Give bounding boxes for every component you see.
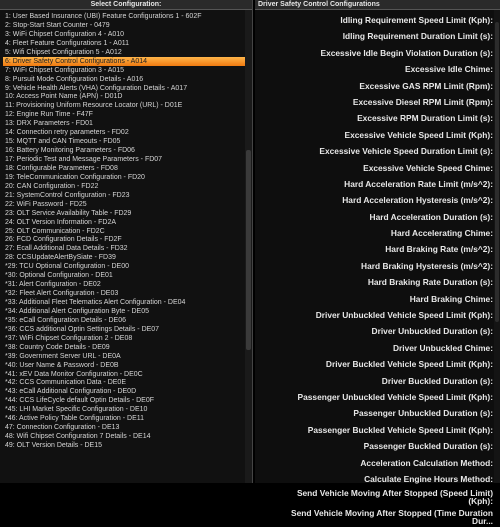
field-label: Acceleration Calculation Method: [360, 457, 493, 468]
config-item[interactable]: 18: Configurable Parameters - FD08 [3, 164, 252, 173]
config-item[interactable]: *35: eCall Configuration Details - DE06 [3, 316, 252, 325]
field-label: Excessive Vehicle Speed Chime: [363, 162, 493, 173]
field-label: Excessive Diesel RPM Limit (Rpm): [352, 96, 493, 107]
field-label: Hard Braking Chime: [409, 293, 493, 304]
field-label-line: Dur... [472, 516, 493, 527]
field-label: Driver Buckled Vehicle Speed Limit (Kph)… [325, 359, 493, 370]
config-item[interactable]: 20: CAN Configuration - FD22 [3, 182, 252, 191]
config-item[interactable]: 5: Wifi Chipset Configuration 5 - A012 [3, 48, 252, 57]
config-item[interactable]: 2: Stop-Start Start Counter - 0479 [3, 21, 252, 30]
config-item[interactable]: 9: Vehicle Health Alerts (VHA) Configura… [3, 84, 252, 93]
configuration-list-scrollbar[interactable] [245, 10, 252, 483]
config-item[interactable]: 21: SystemControl Configuration - FD23 [3, 191, 252, 200]
field-label: Calculate Engine Hours Method: [364, 473, 493, 484]
field-label: Hard Acceleration Hysteresis (m/s^2): [342, 195, 493, 206]
config-item[interactable]: *41: xEV Data Monitor Configuration - DE… [3, 370, 252, 379]
field-label: Driver Unbuckled Vehicle Speed Limit (Kp… [315, 310, 493, 321]
config-item[interactable]: 4: Fleet Feature Configurations 1 - A011 [3, 39, 252, 48]
config-item[interactable]: *46: Active Policy Table Configuration -… [3, 414, 252, 423]
field-label: Passenger Buckled Vehicle Speed Limit (K… [307, 424, 493, 435]
configuration-list-scroll-thumb[interactable] [246, 150, 251, 350]
field-label: Excessive Vehicle Speed Limit (Kph): [344, 129, 493, 140]
field-label: Excessive Idle Begin Violation Duration … [320, 47, 493, 58]
field-label: Hard Acceleration Duration (s): [369, 211, 493, 222]
config-item[interactable]: 3: WiFi Chipset Configuration 4 - A010 [3, 30, 252, 39]
config-item[interactable]: 12: Engine Run Time - F47F [3, 110, 252, 119]
field-label: Passenger Unbuckled Vehicle Speed Limit … [297, 391, 493, 402]
config-item[interactable]: *42: CCS Communication Data - DE0E [3, 378, 252, 387]
config-item[interactable]: *43: eCall Additional Configuration - DE… [3, 387, 252, 396]
config-item[interactable]: 16: Battery Monitoring Parameters - FD06 [3, 146, 252, 155]
field-label-line: Send Vehicle Moving After Stopped (Time … [291, 508, 493, 519]
driver-safety-scroll-thumb[interactable] [495, 22, 499, 322]
field-label: Idling Requirement Speed Limit (Kph): [340, 15, 493, 25]
config-item[interactable]: 48: Wifi Chipset Configuration 7 Details… [3, 432, 252, 441]
field-label: Excessive RPM Duration Limit (s): [357, 113, 493, 124]
driver-safety-panel: Driver Safety Control Configurations Idl… [255, 0, 500, 526]
field-label: Excessive Vehicle Speed Duration Limit (… [319, 146, 493, 157]
field-label: Send Vehicle Moving After Stopped (Speed… [255, 487, 496, 507]
config-item[interactable]: 8: Pursuit Mode Configuration Details - … [3, 75, 252, 84]
config-item[interactable]: *38: Country Code Details - DE09 [3, 343, 252, 352]
config-item[interactable]: 17: Periodic Test and Message Parameters… [3, 155, 252, 164]
field-label: Hard Braking Rate Duration (s): [367, 277, 493, 288]
config-item[interactable]: 15: MQTT and CAN Timeouts - FD05 [3, 137, 252, 146]
field-label: Passenger Unbuckled Duration (s): [353, 408, 493, 419]
config-item[interactable]: 49: OLT Version Details - DE15 [3, 441, 252, 450]
config-item[interactable]: 27: Ecall Additional Data Details - FD32 [3, 244, 252, 253]
config-item[interactable]: 19: TeleCommunication Configuration - FD… [3, 173, 252, 182]
field-label-line: (Kph): [468, 496, 493, 507]
field-label: Hard Braking Hysteresis (m/s^2): [361, 260, 493, 271]
config-item[interactable]: *29: TCU Optional Configuration - DE00 [3, 262, 252, 271]
config-item[interactable]: 10: Access Point Name (APN) - D01D [3, 92, 252, 101]
config-item[interactable]: 26: FCD Configuration Details - FD2F [3, 235, 252, 244]
configuration-list-header: Select Configuration: [0, 0, 252, 10]
driver-safety-field-list: Idling Requirement Speed Limit (Kph): Idl… [255, 10, 500, 527]
field-label: Excessive Idle Chime: [405, 64, 493, 75]
config-item[interactable]: 47: Connection Configuration - DE13 [3, 423, 252, 432]
field-label: Driver Unbuckled Chime: [392, 342, 493, 353]
config-item[interactable]: *33: Additional Fleet Telematics Alert C… [3, 298, 252, 307]
field-label: Excessive GAS RPM Limit (Rpm): [359, 80, 493, 91]
config-item[interactable]: *45: LHI Market Specific Configuration -… [3, 405, 252, 414]
field-label: Driver Buckled Duration (s): [381, 375, 493, 386]
configuration-list: 1: User Based Insurance (UBI) Feature Co… [0, 10, 252, 450]
config-item[interactable]: 25: OLT Communication - FD2C [3, 227, 252, 236]
field-label: Driver Unbuckled Duration (s): [371, 326, 493, 337]
field-label: Passenger Buckled Duration (s): [363, 441, 493, 452]
config-item[interactable]: 1: User Based Insurance (UBI) Feature Co… [3, 12, 252, 21]
config-item[interactable]: 14: Connection retry parameters - FD02 [3, 128, 252, 137]
config-item[interactable]: 11: Provisioning Uniform Resource Locato… [3, 101, 252, 110]
config-item[interactable]: *37: WiFi Chipset Configuration 2 - DE08 [3, 334, 252, 343]
config-item[interactable]: 13: DRX Parameters - FD01 [3, 119, 252, 128]
field-label-line: Send Vehicle Moving After Stopped (Speed… [296, 488, 493, 499]
field-label: Idling Requirement Duration Limit (s): [342, 31, 493, 42]
config-item[interactable]: *44: CCS LifeCycle default Optin Details… [3, 396, 252, 405]
config-item[interactable]: 23: OLT Service Availability Table - FD2… [3, 209, 252, 218]
config-item[interactable]: *39: Government Server URL - DE0A [3, 352, 252, 361]
config-item[interactable]: *40: User Name & Password - DE0B [3, 361, 252, 370]
field-label: Hard Accelerating Chime: [390, 228, 493, 239]
config-item[interactable]: 28: CCSUpdateAlertBySiate - FD39 [3, 253, 252, 262]
config-item[interactable]: 7: WiFi Chipset Configuration 3 - A015 [3, 66, 252, 75]
configuration-list-panel: Select Configuration: 1: User Based Insu… [0, 0, 253, 483]
config-item[interactable]: *36: CCS additional Optin Settings Detai… [3, 325, 252, 334]
driver-safety-header: Driver Safety Control Configurations [255, 0, 500, 10]
field-label: Send Vehicle Moving After Stopped (Time … [255, 507, 496, 527]
config-item[interactable]: 24: OLT Version Information - FD2A [3, 218, 252, 227]
config-item[interactable]: 22: WiFi Password - FD25 [3, 200, 252, 209]
field-label: Hard Braking Rate (m/s^2): [385, 244, 493, 255]
config-item[interactable]: *32: Fleet Alert Configuration - DE03 [3, 289, 252, 298]
field-label: Hard Acceleration Rate Limit (m/s^2): [344, 178, 493, 189]
config-item-selected[interactable]: 6: Driver Safety Control Configurations … [3, 56, 247, 66]
driver-safety-scrollbar[interactable] [494, 10, 500, 483]
config-item[interactable]: *30: Optional Configuration - DE01 [3, 271, 252, 280]
config-item[interactable]: *34: Additional Alert Configuration Byte… [3, 307, 252, 316]
config-item[interactable]: *31: Alert Configuration - DE02 [3, 280, 252, 289]
